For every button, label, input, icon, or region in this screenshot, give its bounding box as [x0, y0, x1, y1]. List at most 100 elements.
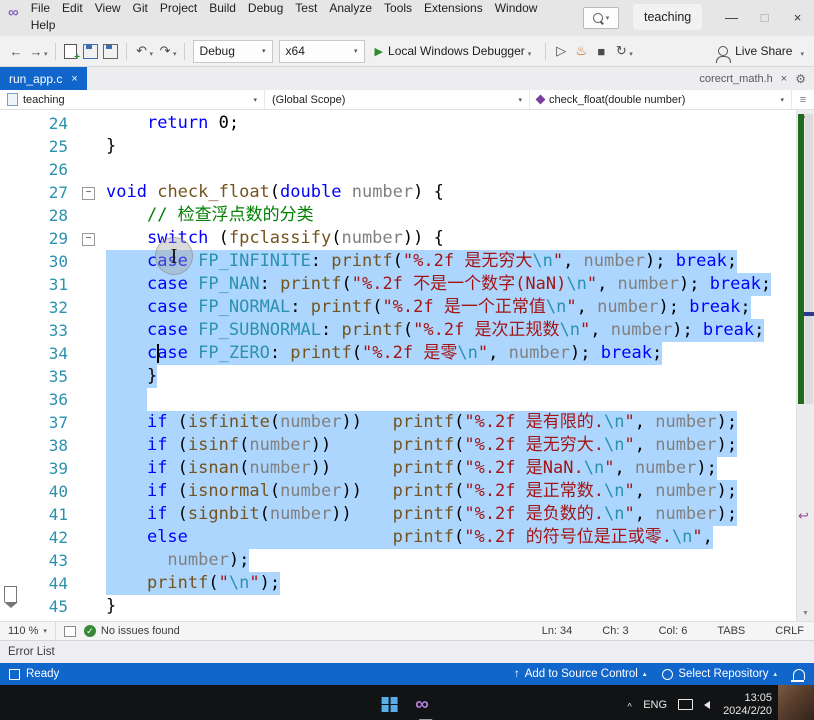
menu-git[interactable]: Git: [127, 0, 154, 17]
menu-file[interactable]: File: [25, 0, 56, 17]
tabs-indicator[interactable]: TABS: [717, 625, 745, 637]
fold-margin: [68, 342, 106, 365]
code-line[interactable]: 27 − void check_float(double number) {: [0, 181, 797, 204]
undo-caret-icon[interactable]: ▾: [150, 50, 154, 58]
char-indicator[interactable]: Ch: 3: [602, 625, 628, 637]
code-editor[interactable]: 24 return 0; 25} 26 27− void check_float(dou…: [0, 110, 814, 621]
navigate-caret-icon[interactable]: ▾: [44, 50, 48, 58]
notifications-bell-icon[interactable]: [791, 668, 805, 682]
debug-caret-icon[interactable]: ▾: [629, 50, 633, 58]
code-line[interactable]: 31 case FP_NAN: printf("%.2f 不是一个数字(NaN)…: [0, 273, 797, 296]
new-file-icon[interactable]: [61, 40, 81, 63]
menu-build[interactable]: Build: [203, 0, 242, 17]
member-dropdown[interactable]: check_float(double number) ▾: [530, 90, 792, 109]
line-indicator[interactable]: Ln: 34: [542, 625, 573, 637]
window-controls: — □ ×: [715, 0, 814, 34]
code-line[interactable]: 35 }: [0, 365, 797, 388]
vertical-scrollbar[interactable]: ▲ ↩ ▼: [796, 110, 814, 621]
document-health[interactable]: ✓ No issues found: [83, 625, 180, 637]
menu-test[interactable]: Test: [289, 0, 323, 17]
save-all-icon[interactable]: [101, 40, 121, 62]
code-line[interactable]: 43 number);: [0, 549, 797, 572]
live-share-button[interactable]: Live Share: [716, 44, 802, 63]
gear-icon[interactable]: ⚙: [795, 72, 806, 86]
code-line[interactable]: 25}: [0, 135, 797, 158]
project-dropdown[interactable]: teaching ▾: [0, 90, 265, 109]
platform-dropdown[interactable]: x64 ▾: [278, 39, 365, 63]
menu-help[interactable]: Help: [25, 17, 62, 34]
menu-edit[interactable]: Edit: [56, 0, 89, 17]
code-line[interactable]: 38 if (isinf(number)) printf("%.2f 是无穷大.…: [0, 434, 797, 457]
redo-icon[interactable]: ↷: [155, 40, 175, 62]
add-to-source-control-button[interactable]: ↑ Add to Source Control ▴: [514, 668, 646, 680]
start-debugging-button[interactable]: ▶ Local Windows Debugger ▾: [368, 40, 541, 62]
tab-run-app-c[interactable]: run_app.c ×: [0, 67, 87, 90]
suggestion-icon[interactable]: ↩: [798, 508, 809, 524]
menu-project[interactable]: Project: [154, 0, 203, 17]
close-button[interactable]: ×: [781, 0, 814, 34]
clock[interactable]: 13:05 2024/2/20: [723, 692, 772, 718]
search-box[interactable]: ▾: [583, 7, 619, 29]
menu-window[interactable]: Window: [489, 0, 544, 17]
fold-collapse-icon[interactable]: −: [82, 233, 95, 246]
restart-icon[interactable]: ↻: [611, 40, 631, 62]
keyboard-icon[interactable]: [678, 699, 694, 710]
tab-corecrt-math-h[interactable]: corecrt_math.h: [699, 73, 772, 85]
fold-collapse-icon[interactable]: −: [82, 187, 95, 200]
zoom-dropdown[interactable]: 110 % ▾: [0, 622, 56, 640]
scroll-down-icon[interactable]: ▼: [797, 607, 814, 621]
menu-tools[interactable]: Tools: [378, 0, 418, 17]
code-line[interactable]: 32 case FP_NORMAL: printf("%.2f 是一个正常值\n…: [0, 296, 797, 319]
attach-icon[interactable]: ▷: [551, 40, 571, 62]
code-line[interactable]: 45}: [0, 595, 797, 618]
code-line[interactable]: 41 if (signbit(number)) printf("%.2f 是负数…: [0, 503, 797, 526]
code-line[interactable]: 34 case FP_ZERO: printf("%.2f 是零\n", num…: [0, 342, 797, 365]
scrollbar-thumb[interactable]: [805, 114, 813, 404]
code-line[interactable]: 30 case FP_INFINITE: printf("%.2f 是无穷大\n…: [0, 250, 797, 273]
code-line[interactable]: 40 if (isnormal(number)) printf("%.2f 是正…: [0, 480, 797, 503]
code-line[interactable]: 39 if (isnan(number)) printf("%.2f 是NaN.…: [0, 457, 797, 480]
menu-analyze[interactable]: Analyze: [323, 0, 378, 17]
minimize-button[interactable]: —: [715, 0, 748, 34]
menu-extensions[interactable]: Extensions: [418, 0, 489, 17]
hot-reload-icon[interactable]: ♨: [571, 40, 591, 62]
code-line[interactable]: 26: [0, 158, 797, 181]
close-tab-icon[interactable]: ×: [71, 73, 77, 85]
speaker-icon[interactable]: [704, 700, 711, 709]
toolbar-overflow-icon[interactable]: ▾: [800, 50, 804, 58]
close-secondary-tab-icon[interactable]: ×: [781, 73, 787, 85]
configuration-dropdown[interactable]: Debug ▾: [192, 39, 273, 63]
code-line[interactable]: 36: [0, 388, 797, 411]
column-indicator[interactable]: Col: 6: [659, 625, 688, 637]
language-indicator[interactable]: ENG: [643, 699, 667, 711]
eol-indicator[interactable]: CRLF: [775, 625, 804, 637]
error-list-pane[interactable]: Error List: [0, 640, 814, 663]
navbar-options-icon[interactable]: ≡: [792, 90, 814, 109]
maximize-button[interactable]: □: [748, 0, 781, 34]
pane-icon[interactable]: [63, 625, 76, 637]
start-button[interactable]: [381, 696, 398, 713]
code-line[interactable]: 42 else printf("%.2f 的符号位是正或零.\n",: [0, 526, 797, 549]
menu-debug[interactable]: Debug: [242, 0, 289, 17]
visual-studio-window: ∞ File Edit View Git Project Build Debug Test An…: [0, 0, 814, 720]
stop-icon[interactable]: ■: [591, 40, 611, 62]
redo-caret-icon[interactable]: ▾: [173, 50, 177, 58]
navigate-back-icon[interactable]: ←: [6, 40, 26, 62]
code-line[interactable]: 29− switch (fpclassify(number)) {: [0, 227, 797, 250]
code-line[interactable]: 24 return 0;: [0, 112, 797, 135]
menu-view[interactable]: View: [89, 0, 127, 17]
background-tasks-icon[interactable]: [9, 668, 20, 680]
select-repository-button[interactable]: Select Repository ▴: [662, 668, 777, 680]
bookmark-icon[interactable]: [3, 586, 18, 608]
scope-dropdown[interactable]: (Global Scope) ▾: [265, 90, 530, 109]
code-line[interactable]: 33 case FP_SUBNORMAL: printf("%.2f 是次正规数…: [0, 319, 797, 342]
navigate-forward-icon[interactable]: →: [26, 40, 46, 62]
code-line[interactable]: 28 // 检查浮点数的分类: [0, 204, 797, 227]
caret: [157, 344, 159, 363]
tray-chevron-up-icon[interactable]: ˄: [627, 701, 632, 709]
save-icon[interactable]: [81, 40, 101, 62]
visual-studio-taskbar-icon[interactable]: ∞: [415, 694, 432, 720]
undo-icon[interactable]: ↶: [132, 40, 152, 62]
code-line[interactable]: 44 printf("\n");: [0, 572, 797, 595]
code-line[interactable]: 37 if (isfinite(number)) printf("%.2f 是有…: [0, 411, 797, 434]
